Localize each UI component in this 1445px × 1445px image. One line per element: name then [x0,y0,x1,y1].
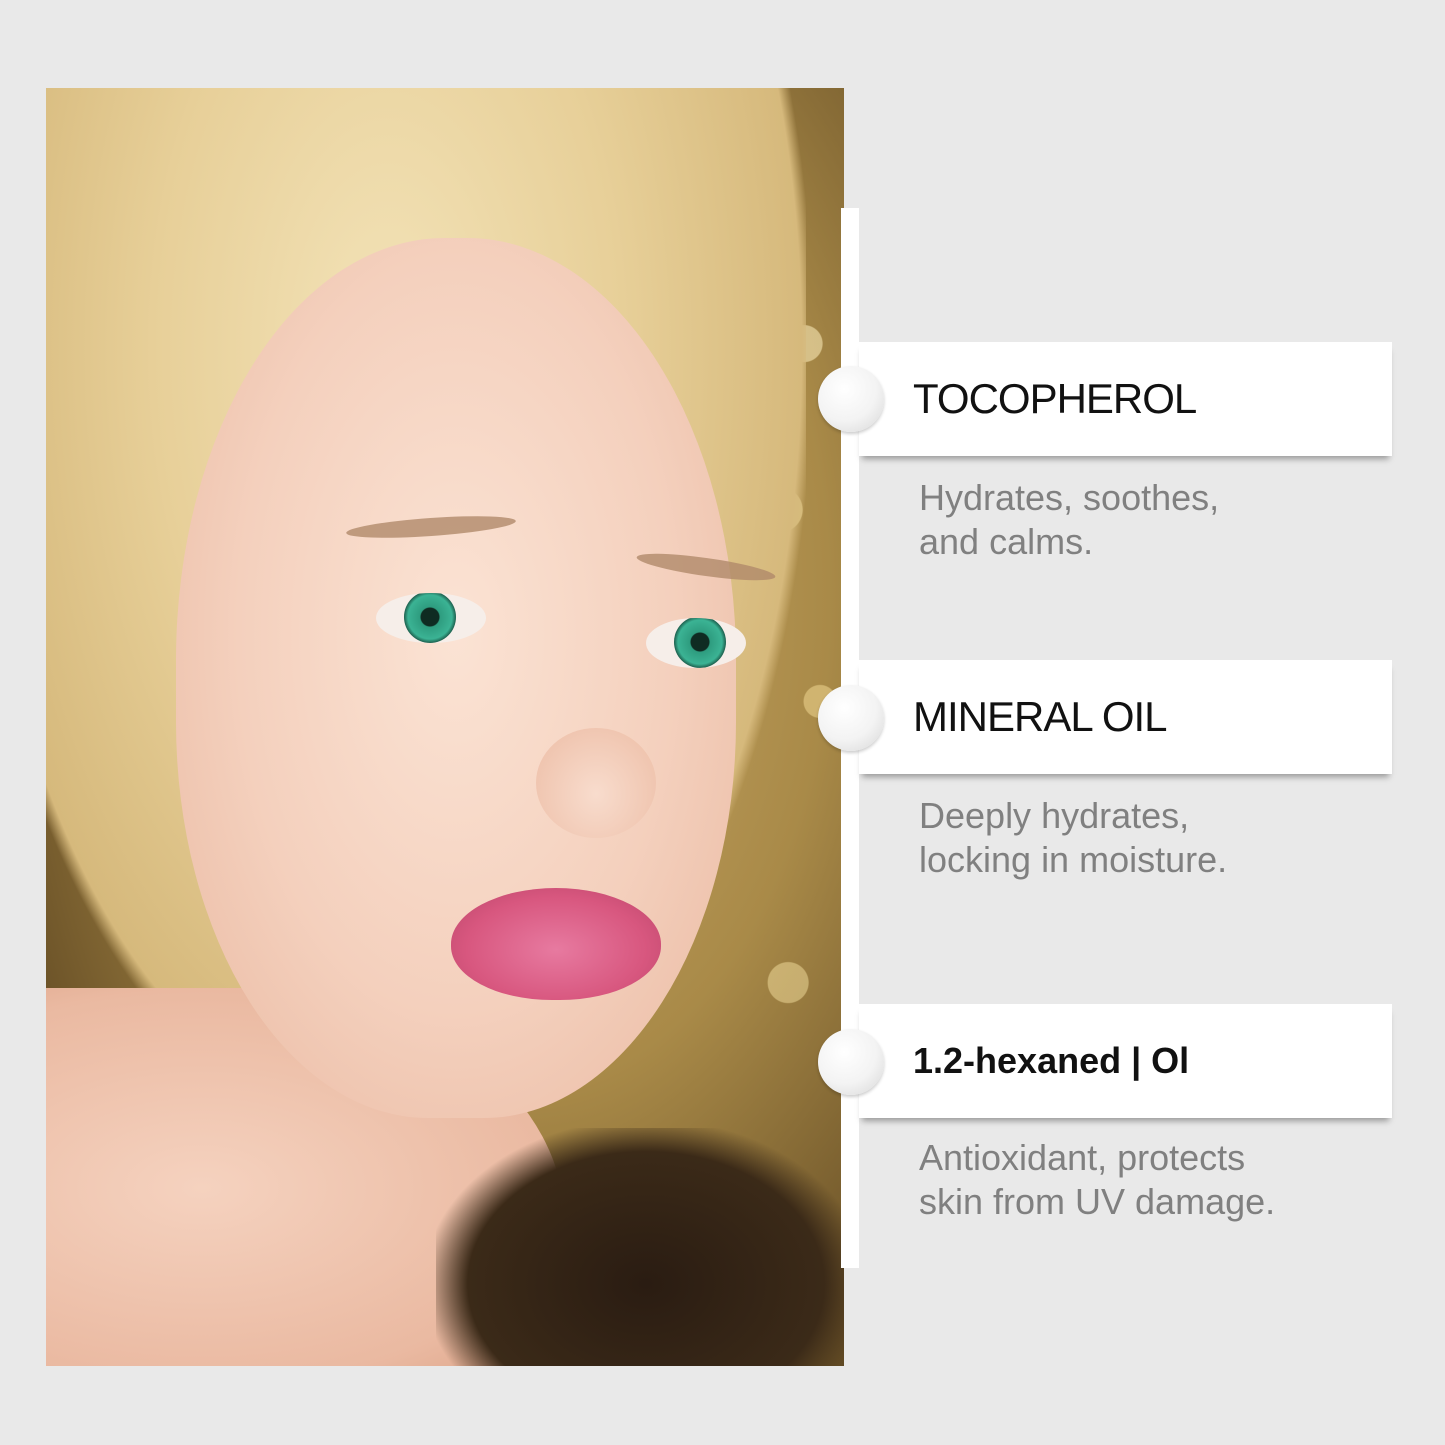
bullet-dot-icon [818,685,884,751]
description-line: skin from UV damage. [919,1181,1276,1222]
ingredient-title: MINERAL OIL [913,693,1168,740]
description-line: Deeply hydrates, [919,795,1190,836]
pink-lips [451,888,661,1000]
face [176,238,736,1118]
description-line: Antioxidant, protects [919,1137,1246,1178]
bullet-dot-icon [818,1029,884,1095]
left-eye [376,593,486,643]
ingredient-description-1: Hydrates, soothes, and calms. [919,476,1359,564]
ingredient-description-2: Deeply hydrates, locking in moisture. [919,794,1359,882]
model-portrait-photo [46,88,844,1366]
description-line: locking in moisture. [919,839,1228,880]
ingredient-card-2: MINERAL OIL [859,660,1392,774]
right-eye [646,618,746,668]
ingredient-card-3: 1.2-hexaned | Ol [859,1004,1392,1118]
description-line: and calms. [919,521,1094,562]
ingredient-title: 1.2-hexaned | Ol [913,1040,1190,1081]
nose [536,728,656,838]
ingredient-description-3: Antioxidant, protects skin from UV damag… [919,1136,1359,1224]
dark-clothing [436,1128,844,1366]
ingredient-card-1: TOCOPHEROL [859,342,1392,456]
description-line: Hydrates, soothes, [919,477,1220,518]
ingredient-title: TOCOPHEROL [913,375,1197,422]
bullet-dot-icon [818,366,884,432]
